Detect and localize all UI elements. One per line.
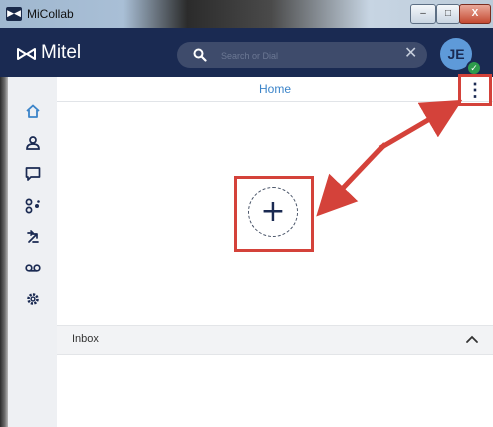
phone-transfer-icon[interactable]: [24, 228, 42, 246]
more-options-icon[interactable]: ⋮: [458, 74, 492, 106]
arrow-line: [316, 142, 387, 217]
header-divider: [57, 101, 493, 102]
clear-search-icon[interactable]: ✕: [404, 45, 417, 63]
page-title: Home: [258, 82, 291, 96]
home-icon[interactable]: [24, 102, 42, 120]
person-icon[interactable]: [24, 134, 42, 152]
arrow-line: [378, 99, 463, 151]
inbox-label: Inbox: [72, 333, 99, 345]
gear-icon[interactable]: [24, 290, 42, 308]
group-icon[interactable]: [24, 197, 42, 215]
chat-bubble-icon[interactable]: [24, 165, 42, 183]
sidebar: [8, 77, 57, 427]
close-button[interactable]: X: [459, 4, 491, 24]
minimize-button[interactable]: ‒: [410, 4, 436, 24]
app-logo-icon: ▶◀: [6, 7, 22, 21]
micollab-window: ▶◀ MiCollab ‒ □ X Mitel ✕ JE ✓: [0, 0, 493, 427]
window-left-edge: [0, 77, 8, 427]
window-title: MiCollab: [27, 7, 74, 21]
brand-name: Mitel: [41, 42, 82, 63]
voicemail-icon[interactable]: [24, 259, 42, 277]
chevron-up-icon[interactable]: [462, 329, 482, 349]
plus-icon[interactable]: +: [248, 187, 298, 237]
inbox-section-header[interactable]: [57, 325, 493, 355]
search-icon[interactable]: [193, 48, 207, 62]
maximize-button[interactable]: □: [436, 4, 460, 24]
search-input[interactable]: [219, 45, 393, 67]
